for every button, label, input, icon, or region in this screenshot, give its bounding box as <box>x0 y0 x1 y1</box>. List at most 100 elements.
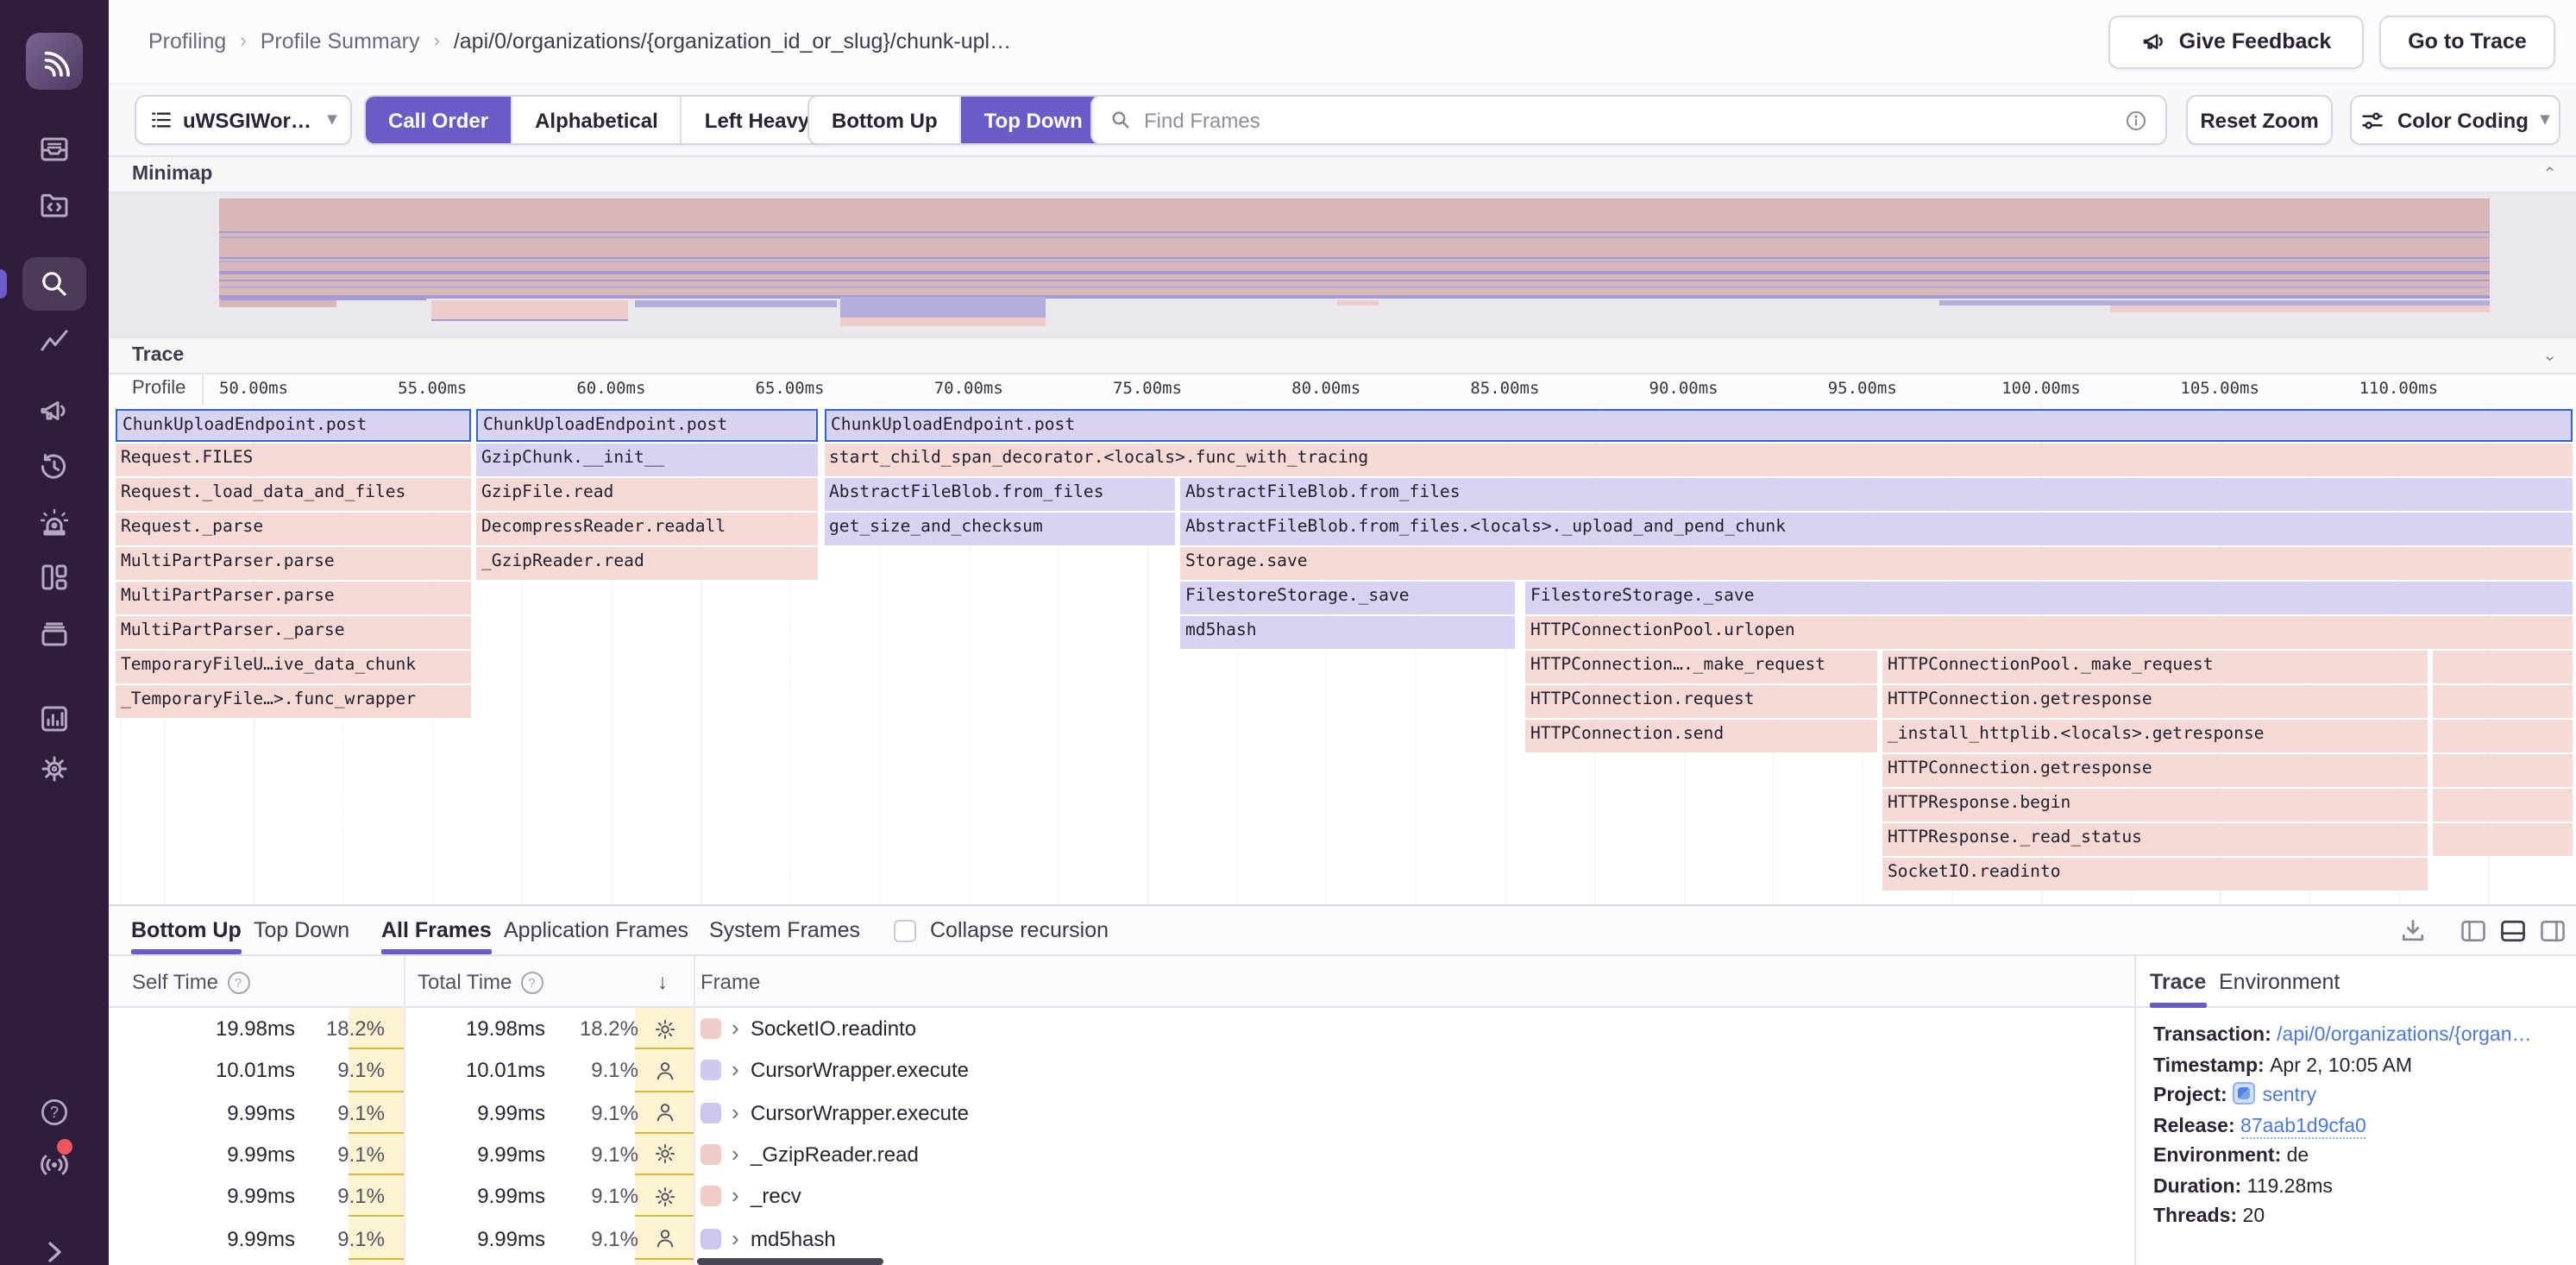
flame-frame[interactable]: _install_httplib.<locals>.getresponse <box>1882 719 2428 752</box>
flame-frame[interactable]: _GzipReader.read <box>476 546 818 579</box>
chevron-up-icon[interactable]: ⌃ <box>2542 165 2557 184</box>
breadcrumb-profiling[interactable]: Profiling <box>148 29 226 53</box>
flame-frame[interactable]: start_child_span_decorator.<locals>.func… <box>824 443 2572 475</box>
flame-frame[interactable]: ChunkUploadEndpoint.post <box>476 408 818 441</box>
flame-frame[interactable] <box>2433 822 2572 855</box>
expand-chevron-icon[interactable]: › <box>732 1050 739 1092</box>
flame-frame[interactable]: HTTPConnection.send <box>1525 719 1877 752</box>
detail-value-link[interactable]: /api/0/organizations/{organ… <box>2277 1025 2531 1046</box>
flame-frame[interactable]: HTTPConnectionPool.urlopen <box>1525 615 2572 648</box>
flame-frame[interactable]: md5hash <box>1180 615 1515 648</box>
total-time-header[interactable]: Total Time ? <box>418 956 543 1008</box>
table-row[interactable]: 19.98ms18.2%19.98ms18.2%›SocketIO.readin… <box>109 1008 2134 1050</box>
expand-chevron-icon[interactable]: › <box>732 1092 739 1134</box>
trace-header[interactable]: Trace ⌄ <box>109 337 2576 374</box>
flame-frame[interactable]: ChunkUploadEndpoint.post <box>116 408 470 441</box>
expand-chevron-icon[interactable]: › <box>732 1175 739 1218</box>
collapse-recursion-label[interactable]: Collapse recursion <box>930 906 1109 954</box>
flame-frame[interactable]: HTTPConnectionPool._make_request <box>1882 650 2428 683</box>
table-row[interactable]: 9.99ms9.1%9.99ms9.1%›_GzipReader.read <box>109 1134 2134 1176</box>
give-feedback-button[interactable]: Give Feedback <box>2108 15 2364 68</box>
flame-frame[interactable]: TemporaryFileU…ive_data_chunk <box>116 650 470 683</box>
flamegraph[interactable]: ChunkUploadEndpoint.postChunkUploadEndpo… <box>115 406 2573 904</box>
settings-gear-icon[interactable] <box>38 752 71 785</box>
color-coding-dropdown[interactable]: Color Coding ▾ <box>2350 95 2560 145</box>
frame-name[interactable]: _recv <box>751 1175 801 1218</box>
issues-icon[interactable] <box>38 133 71 166</box>
breadcrumb-profile-summary[interactable]: Profile Summary <box>261 29 420 53</box>
table-row[interactable] <box>109 1260 2134 1265</box>
frame-name[interactable]: CursorWrapper.execute <box>751 1092 969 1134</box>
flame-frame[interactable]: GzipChunk.__init__ <box>476 443 818 475</box>
table-row[interactable]: 9.99ms9.1%9.99ms9.1%›md5hash <box>109 1218 2134 1260</box>
frame-name[interactable]: SocketIO.readinto <box>751 1008 916 1050</box>
flame-frame[interactable]: Request._load_data_and_files <box>116 477 470 510</box>
flame-frame[interactable] <box>2433 719 2572 752</box>
frame-name[interactable]: md5hash <box>751 1218 836 1260</box>
insights-icon[interactable] <box>38 324 71 357</box>
direction-bottom-up[interactable]: Bottom Up <box>809 97 962 143</box>
flame-frame[interactable]: HTTPResponse._read_status <box>1882 822 2428 855</box>
flame-frame[interactable]: MultiPartParser._parse <box>116 615 470 648</box>
table-row[interactable]: 9.99ms9.1%9.99ms9.1%›_recv <box>109 1175 2134 1218</box>
help-icon[interactable]: ? <box>38 1096 71 1129</box>
flame-frame[interactable]: MultiPartParser.parse <box>116 581 470 614</box>
sort-alphabetical[interactable]: Alphabetical <box>512 97 682 143</box>
table-row[interactable]: 9.99ms9.1%9.99ms9.1%›CursorWrapper.execu… <box>109 1092 2134 1134</box>
flame-frame[interactable] <box>2433 650 2572 683</box>
flame-frame[interactable]: HTTPConnection.request <box>1525 684 1877 717</box>
stats-icon[interactable] <box>38 702 71 735</box>
download-icon[interactable] <box>2398 916 2428 946</box>
details-tab-environment[interactable]: Environment <box>2219 956 2340 1008</box>
tab-bottom-up[interactable]: Bottom Up <box>131 906 242 954</box>
horizontal-scrollbar[interactable] <box>697 1258 883 1264</box>
flame-frame[interactable]: HTTPConnection.getresponse <box>1882 753 2428 786</box>
flame-frame[interactable]: Request._parse <box>116 512 470 544</box>
flame-frame[interactable]: FilestoreStorage._save <box>1180 581 1515 614</box>
chevron-down-icon[interactable]: ⌄ <box>2542 346 2557 365</box>
explore-icon[interactable] <box>38 188 71 221</box>
flame-frame[interactable]: DecompressReader.readall <box>476 512 818 544</box>
sentry-logo[interactable] <box>26 33 83 90</box>
tab-system-frames[interactable]: System Frames <box>709 906 860 954</box>
expand-chevron-icon[interactable]: › <box>732 1134 739 1176</box>
layout-left-panel-icon[interactable] <box>2459 916 2488 946</box>
flame-frame[interactable]: AbstractFileBlob.from_files <box>824 477 1174 510</box>
flame-frame[interactable]: HTTPResponse.begin <box>1882 788 2428 821</box>
direction-top-down[interactable]: Top Down <box>962 97 1105 143</box>
flame-frame[interactable]: MultiPartParser.parse <box>116 546 470 579</box>
flame-frame[interactable]: ChunkUploadEndpoint.post <box>824 408 2572 441</box>
flame-frame[interactable]: HTTPConnection…._make_request <box>1525 650 1877 683</box>
tab-application-frames[interactable]: Application Frames <box>504 906 688 954</box>
flame-frame[interactable]: HTTPConnection.getresponse <box>1882 684 2428 717</box>
table-row[interactable]: 10.01ms9.1%10.01ms9.1%›CursorWrapper.exe… <box>109 1050 2134 1092</box>
go-to-trace-button[interactable]: Go to Trace <box>2379 15 2555 68</box>
releases-icon[interactable] <box>38 618 71 651</box>
frame-name[interactable]: _GzipReader.read <box>751 1134 919 1176</box>
expand-sidebar-chevron-icon[interactable] <box>38 1236 71 1265</box>
layout-bottom-panel-icon-active[interactable] <box>2498 916 2528 946</box>
detail-value-link[interactable]: 87aab1d9cfa0 <box>2240 1116 2366 1138</box>
frame-name[interactable]: CursorWrapper.execute <box>751 1050 969 1092</box>
reset-zoom-button[interactable]: Reset Zoom <box>2186 95 2333 145</box>
flame-frame[interactable] <box>2433 684 2572 717</box>
flame-frame[interactable]: GzipFile.read <box>476 477 818 510</box>
thread-selector[interactable]: uWSGIWor… ▾ <box>135 95 352 145</box>
details-tab-trace[interactable]: Trace <box>2150 956 2206 1008</box>
frame-header[interactable]: Frame <box>701 956 760 1008</box>
flame-frame[interactable] <box>2433 788 2572 821</box>
collapse-recursion-checkbox[interactable] <box>894 919 916 941</box>
sort-call-order[interactable]: Call Order <box>366 97 512 143</box>
flame-frame[interactable]: _TemporaryFile…>.func_wrapper <box>116 684 470 717</box>
flame-frame[interactable]: FilestoreStorage._save <box>1525 581 2572 614</box>
sort-descending-icon[interactable]: ↓ <box>657 956 668 1008</box>
find-frames-search-input[interactable]: Find Frames <box>1090 95 2167 145</box>
flame-frame[interactable]: get_size_and_checksum <box>824 512 1174 544</box>
expand-chevron-icon[interactable]: › <box>732 1218 739 1260</box>
expand-chevron-icon[interactable]: › <box>732 1008 739 1050</box>
flame-frame[interactable]: Storage.save <box>1180 546 2572 579</box>
flame-frame[interactable]: SocketIO.readinto <box>1882 857 2428 890</box>
tab-top-down[interactable]: Top Down <box>254 906 349 954</box>
tab-all-frames[interactable]: All Frames <box>381 906 492 954</box>
info-icon[interactable] <box>2124 108 2148 132</box>
